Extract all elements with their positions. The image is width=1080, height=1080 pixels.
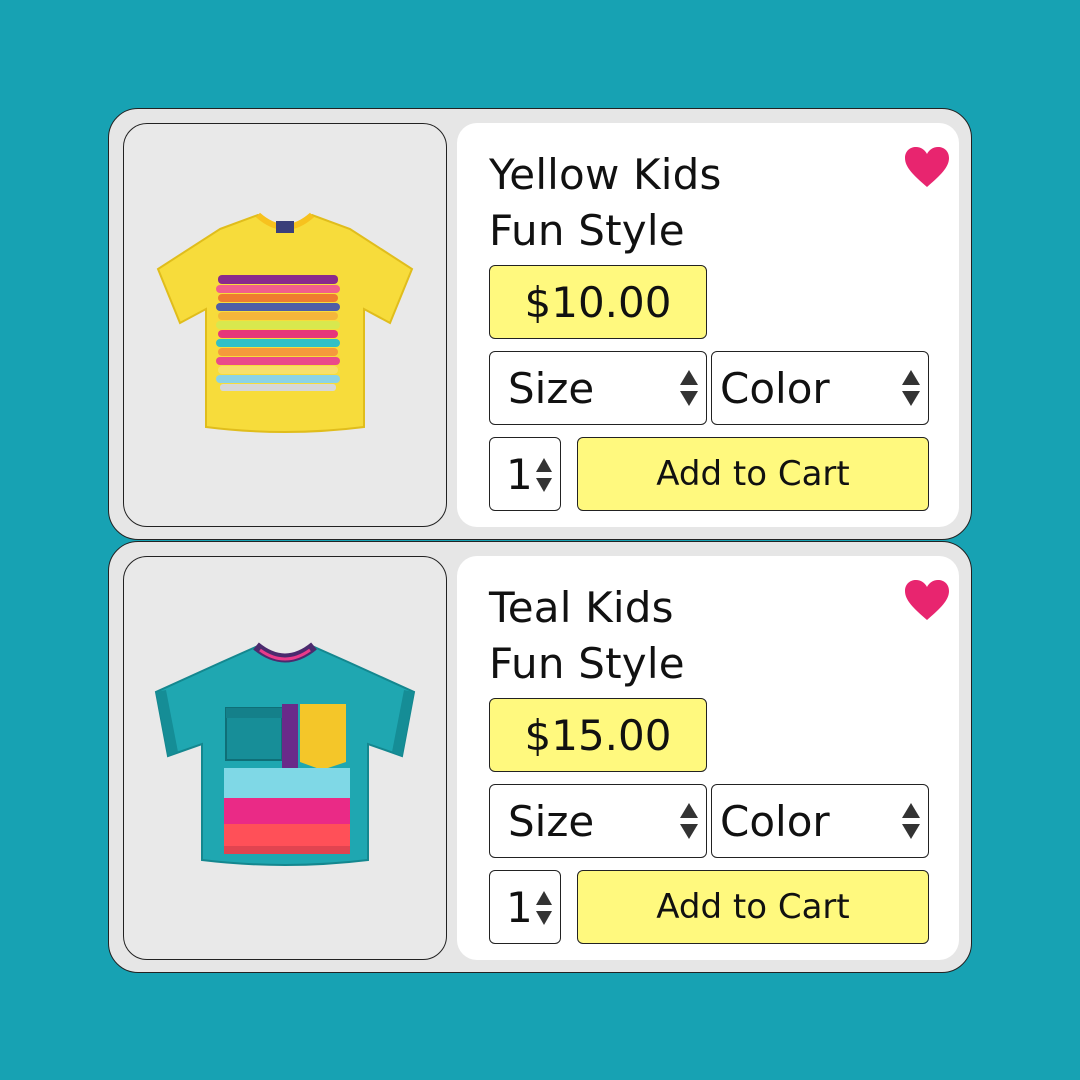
teal-tshirt-image xyxy=(154,642,416,866)
add-to-cart-button[interactable]: Add to Cart xyxy=(577,870,929,944)
yellow-tshirt-image xyxy=(156,212,414,433)
product-title-line: Fun Style xyxy=(489,639,685,688)
product-info-panel: Teal Kids Fun Style $15.00 Size Color 1 xyxy=(457,556,959,960)
size-select[interactable]: Size xyxy=(489,351,707,425)
updown-arrow-icon[interactable] xyxy=(534,456,554,494)
product-info-panel: Yellow Kids Fun Style $10.00 Size Color … xyxy=(457,123,959,527)
color-select-label: Color xyxy=(720,796,830,846)
price-tag: $10.00 xyxy=(489,265,707,339)
color-select-label: Color xyxy=(720,363,830,413)
product-image-frame xyxy=(123,123,447,527)
updown-arrow-icon xyxy=(680,370,698,406)
product-title: Teal Kids Fun Style xyxy=(489,580,849,692)
product-card: Yellow Kids Fun Style $10.00 Size Color … xyxy=(108,108,972,540)
updown-arrow-icon[interactable] xyxy=(534,889,554,927)
quantity-stepper[interactable]: 1 xyxy=(489,870,561,944)
updown-arrow-icon xyxy=(902,803,920,839)
updown-arrow-icon xyxy=(680,803,698,839)
heart-icon[interactable] xyxy=(903,145,951,189)
price-tag: $15.00 xyxy=(489,698,707,772)
add-to-cart-button[interactable]: Add to Cart xyxy=(577,437,929,511)
product-title-line: Teal Kids xyxy=(489,583,674,632)
product-title: Yellow Kids Fun Style xyxy=(489,147,849,259)
product-title-line: Fun Style xyxy=(489,206,685,255)
product-image-frame xyxy=(123,556,447,960)
heart-icon[interactable] xyxy=(903,578,951,622)
product-title-line: Yellow Kids xyxy=(489,150,722,199)
updown-arrow-icon xyxy=(902,370,920,406)
quantity-stepper[interactable]: 1 xyxy=(489,437,561,511)
color-select[interactable]: Color xyxy=(711,784,929,858)
color-select[interactable]: Color xyxy=(711,351,929,425)
size-select[interactable]: Size xyxy=(489,784,707,858)
size-select-label: Size xyxy=(508,796,595,846)
size-select-label: Size xyxy=(508,363,595,413)
product-card: Teal Kids Fun Style $15.00 Size Color 1 xyxy=(108,541,972,973)
quantity-value: 1 xyxy=(506,449,533,499)
quantity-value: 1 xyxy=(506,882,533,932)
